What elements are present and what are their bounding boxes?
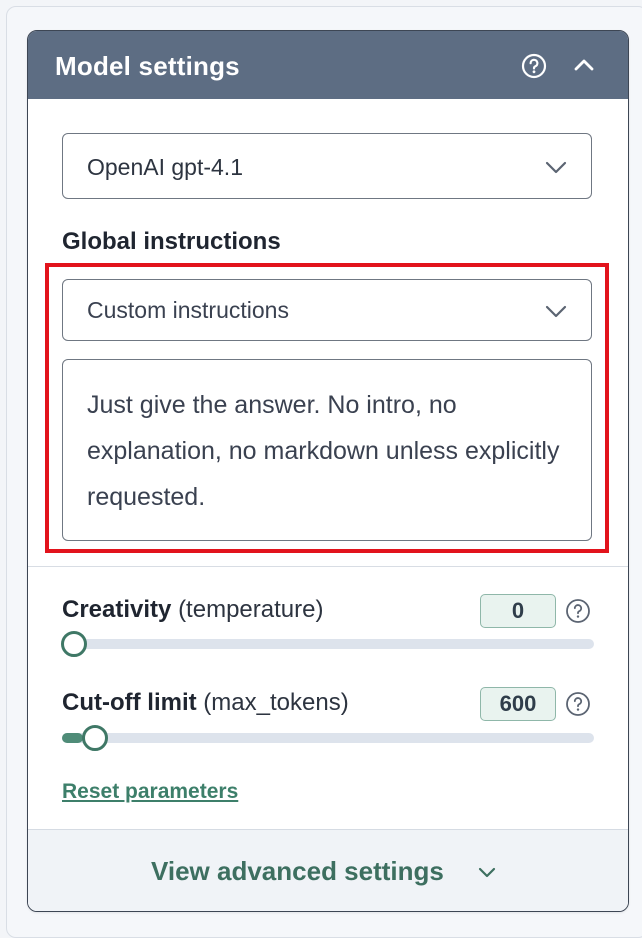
- model-settings-panel: Model settings OpenAI gpt-4.1 Global ins…: [27, 30, 629, 912]
- view-advanced-settings-button[interactable]: View advanced settings: [28, 829, 628, 911]
- divider: [28, 566, 628, 567]
- creativity-slider[interactable]: [61, 631, 594, 657]
- help-circle-icon[interactable]: [564, 690, 592, 718]
- model-select[interactable]: OpenAI gpt-4.1: [62, 133, 592, 199]
- cutoff-slider-thumb[interactable]: [82, 725, 109, 751]
- creativity-label-name: Creativity: [62, 596, 172, 623]
- cutoff-slider-fill: [62, 733, 84, 743]
- model-select-value: OpenAI gpt-4.1: [87, 154, 243, 180]
- chevron-down-icon: [545, 161, 567, 175]
- global-instructions-label: Global instructions: [62, 228, 281, 255]
- creativity-value-field[interactable]: 0: [480, 594, 556, 628]
- cutoff-value-field[interactable]: 600: [480, 687, 556, 721]
- help-circle-icon[interactable]: [520, 52, 548, 80]
- cutoff-label-name: Cut-off limit: [62, 689, 197, 716]
- chevron-up-icon[interactable]: [570, 52, 598, 80]
- cutoff-label-param: (max_tokens): [203, 689, 349, 716]
- creativity-label: Creativity (temperature): [62, 596, 323, 624]
- cutoff-slider[interactable]: [62, 725, 594, 751]
- highlight-annotation: [45, 263, 609, 553]
- view-advanced-settings-label: View advanced settings: [151, 856, 444, 886]
- creativity-slider-thumb[interactable]: [61, 631, 87, 657]
- reset-parameters-link[interactable]: Reset parameters: [62, 780, 238, 804]
- creativity-label-param: (temperature): [178, 596, 324, 623]
- panel-title: Model settings: [55, 51, 240, 81]
- chevron-down-icon: [478, 866, 496, 878]
- panel-header: Model settings: [28, 31, 628, 99]
- cutoff-label: Cut-off limit (max_tokens): [62, 689, 349, 717]
- help-circle-icon[interactable]: [564, 597, 592, 625]
